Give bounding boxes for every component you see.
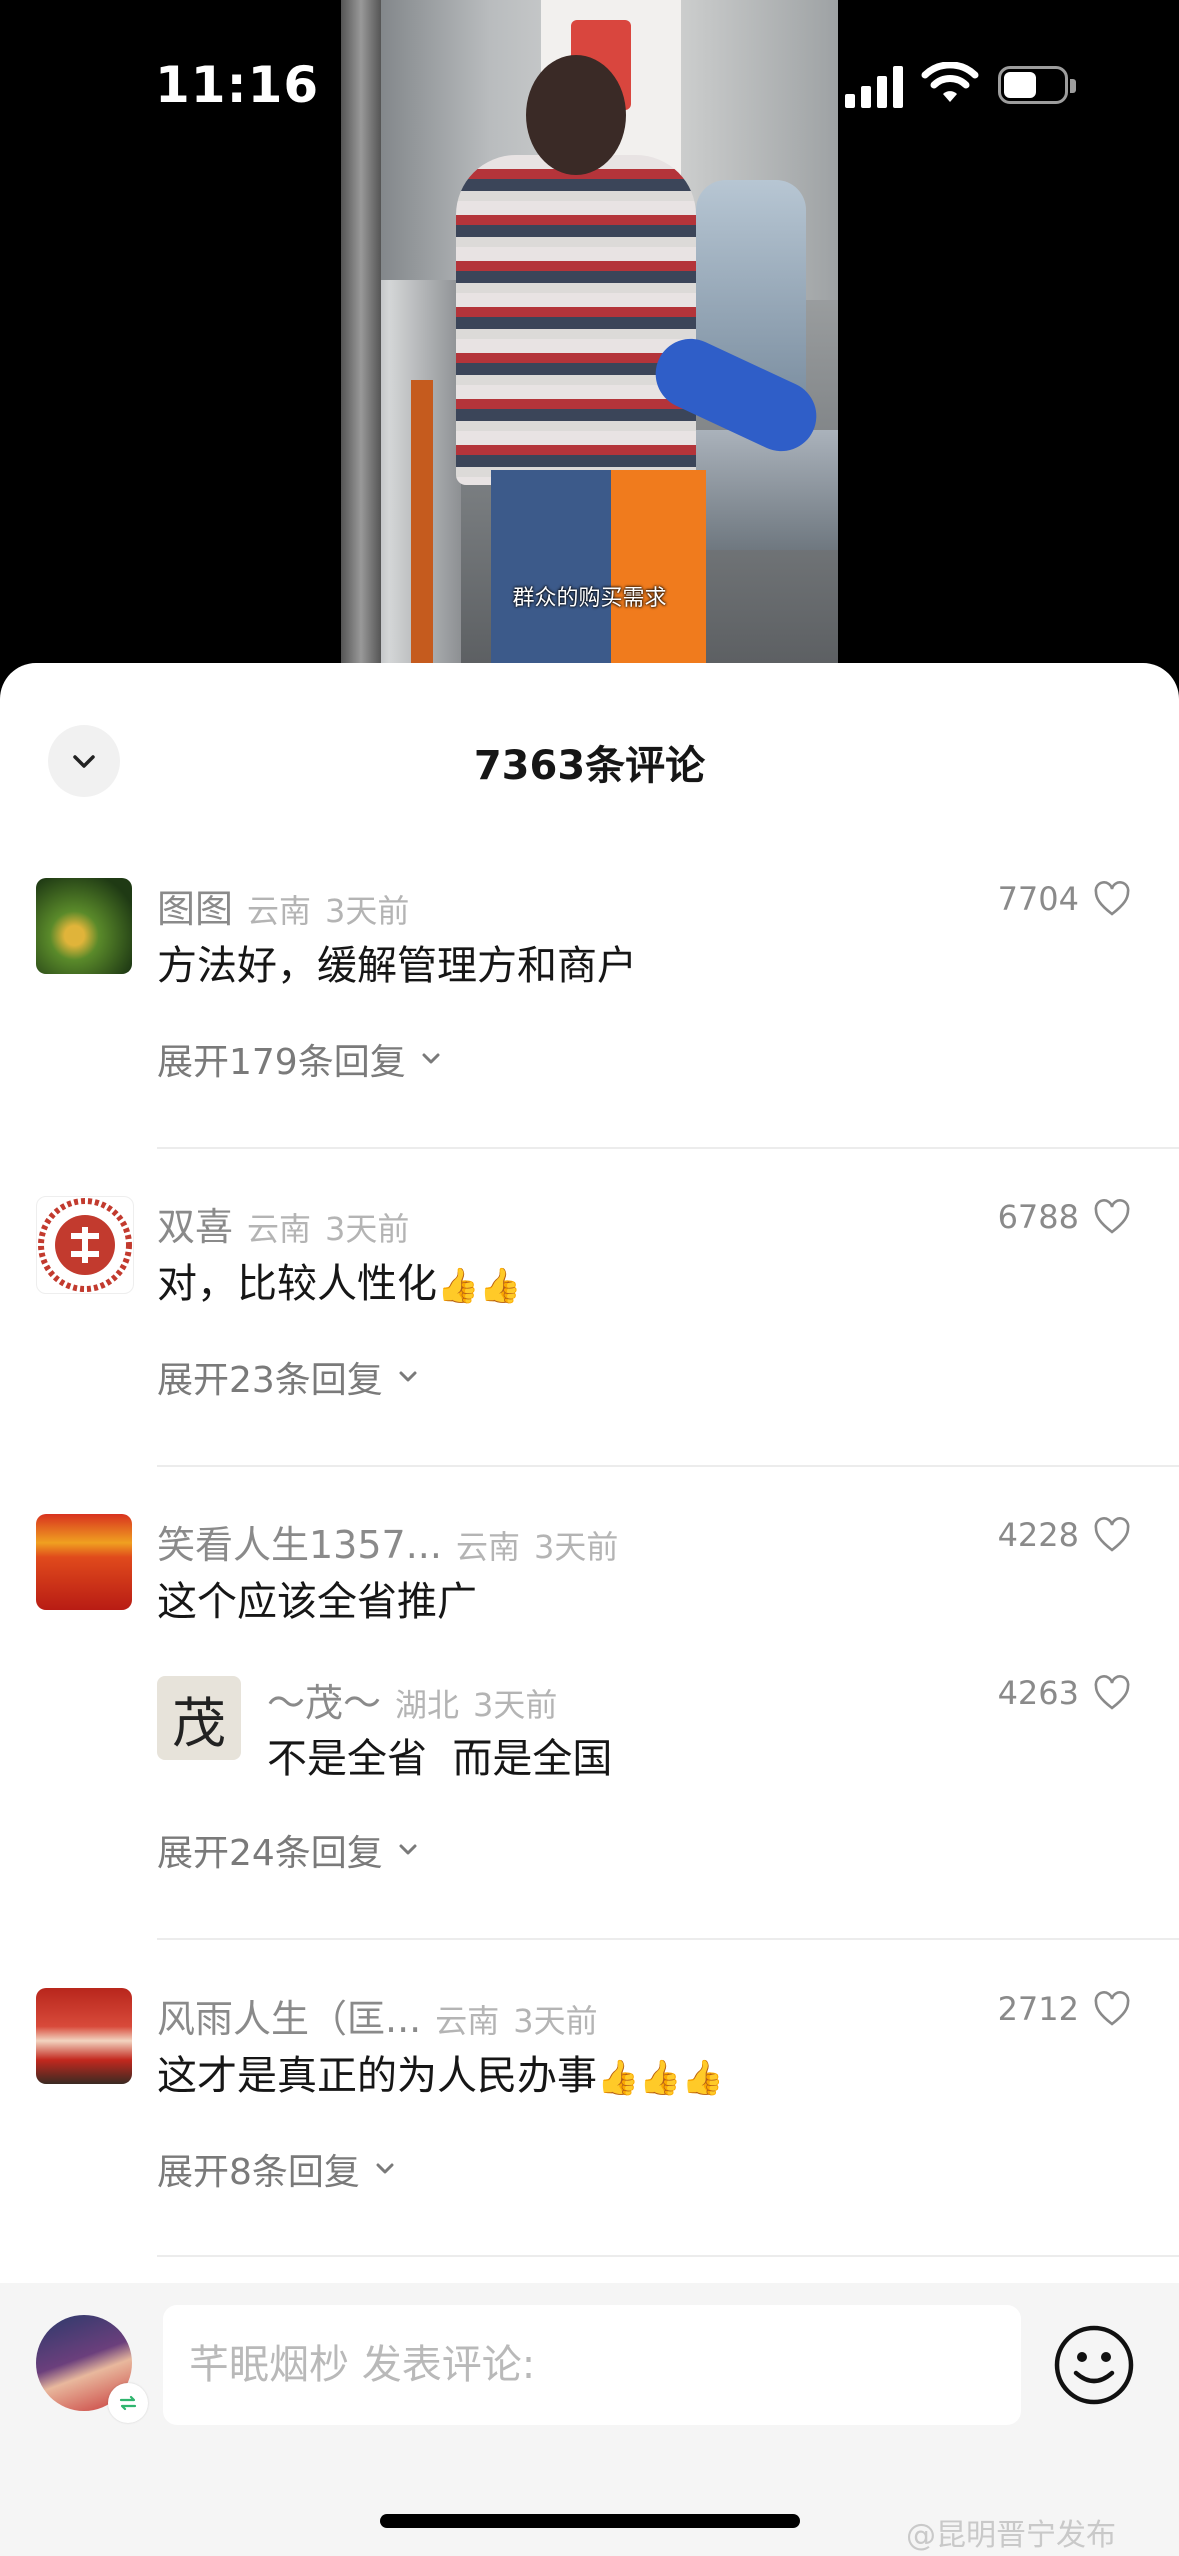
comment-item[interactable]: 笑看人生1357... 云南 3天前 4228 这个应该全省推广 茂 ～茂～ 湖北 3天… xyxy=(0,1514,1179,1974)
comment-time: 3天前 xyxy=(325,892,410,930)
comment-header: 笑看人生1357... 云南 3天前 xyxy=(157,1514,618,1569)
expand-replies-label: 展开24条回复 xyxy=(157,1833,383,1874)
video-scene-jeans xyxy=(491,470,611,680)
emoji-button[interactable] xyxy=(1052,2323,1136,2407)
thumbs-up-emoji: 👍👍 xyxy=(437,1266,522,1306)
heart-outline-icon xyxy=(1094,1199,1130,1234)
avatar[interactable] xyxy=(36,878,132,974)
like-count: 7704 xyxy=(997,880,1079,918)
comment-header: 图图 云南 3天前 xyxy=(157,878,409,933)
comment-text: 这才是真正的为人民办事👍👍👍 xyxy=(157,2043,724,2101)
chevron-down-icon xyxy=(422,1053,440,1064)
comment-username[interactable]: 双喜 xyxy=(157,1205,233,1249)
divider xyxy=(157,1938,1179,1940)
comment-text: 对，比较人性化👍👍 xyxy=(157,1251,522,1309)
comment-location: 云南 xyxy=(247,1210,312,1248)
comment-text-body: 对，比较人性化 xyxy=(157,1261,437,1307)
watermark: @昆明晋宁发布 xyxy=(906,2518,1116,2553)
divider xyxy=(157,1147,1179,1149)
video-scene-person xyxy=(456,155,696,485)
divider xyxy=(157,2255,1179,2257)
comment-text: 这个应该全省推广 xyxy=(157,1579,477,1625)
comment-item[interactable]: 双喜 云南 3天前 6788 对，比较人性化👍👍 展开23条回复 xyxy=(0,1196,1179,1526)
like-count: 6788 xyxy=(997,1198,1079,1236)
comment-username[interactable]: 笑看人生1357... xyxy=(157,1523,442,1567)
avatar[interactable] xyxy=(36,1988,132,2084)
comment-text: 方法好，缓解管理方和商户 xyxy=(157,943,637,989)
comment-item[interactable]: 风雨人生（匡... 云南 3天前 2712 这才是真正的为人民办事👍👍👍 展开8条回… xyxy=(0,1988,1179,2308)
like-button[interactable]: 4228 xyxy=(998,1516,1131,1554)
chevron-down-icon xyxy=(399,1371,417,1382)
expand-replies-label: 展开179条回复 xyxy=(157,1042,406,1083)
like-button[interactable]: 6788 xyxy=(998,1198,1131,1236)
comment-time: 3天前 xyxy=(325,1210,410,1248)
avatar[interactable] xyxy=(36,1514,132,1610)
like-count: 2712 xyxy=(997,1990,1079,2028)
comment-time: 3天前 xyxy=(533,1528,619,1566)
expand-replies-button[interactable]: 展开179条回复 xyxy=(157,1033,446,1085)
like-count: 4228 xyxy=(997,1516,1079,1554)
comment-input[interactable]: 芊眠烟杪 发表评论: xyxy=(163,2305,1021,2425)
heart-outline-icon xyxy=(1094,1675,1130,1710)
divider xyxy=(157,1465,1179,1467)
avatar[interactable] xyxy=(36,1196,134,1294)
comment-location: 云南 xyxy=(435,2002,500,2040)
reply-avatar[interactable]: 茂 xyxy=(157,1676,241,1760)
video-subtitle: 群众的购买需求 xyxy=(512,586,667,611)
video-scene-apron xyxy=(611,470,706,680)
reply-time: 3天前 xyxy=(473,1686,558,1724)
comment-header: 双喜 云南 3天前 xyxy=(157,1196,409,1251)
reply-text: 不是全省 而是全国 xyxy=(267,1736,613,1782)
thumbs-up-emoji: 👍👍👍 xyxy=(597,2058,725,2098)
expand-replies-label: 展开8条回复 xyxy=(157,2152,360,2193)
chevron-down-icon xyxy=(376,2163,394,2174)
expand-replies-label: 展开23条回复 xyxy=(157,1360,383,1401)
swap-icon[interactable] xyxy=(108,2383,148,2423)
heart-outline-icon xyxy=(1094,881,1130,916)
expand-replies-button[interactable]: 展开24条回复 xyxy=(157,1824,423,1876)
comment-text-body: 这才是真正的为人民办事 xyxy=(157,2053,597,2099)
comment-location: 云南 xyxy=(247,892,312,930)
like-count: 4263 xyxy=(997,1674,1079,1712)
comment-username[interactable]: 风雨人生（匡... xyxy=(157,1997,421,2041)
expand-replies-button[interactable]: 展开23条回复 xyxy=(157,1351,423,1403)
comments-sheet: 7363条评论 图图 云南 3天前 7704 方法好，缓解管理方和商户 展开179条… xyxy=(0,663,1179,2556)
reply-location: 湖北 xyxy=(395,1686,460,1724)
comment-item[interactable]: 图图 云南 3天前 7704 方法好，缓解管理方和商户 展开179条回复 xyxy=(0,878,1179,1208)
smiley-icon xyxy=(1054,2325,1134,2405)
heart-outline-icon xyxy=(1094,1517,1130,1552)
reply-avatar-char: 茂 xyxy=(172,1691,226,1755)
video-scene-pole xyxy=(341,0,381,680)
comment-location: 云南 xyxy=(455,1528,520,1566)
chevron-down-icon xyxy=(399,1844,417,1855)
video-player[interactable]: 群众的购买需求 xyxy=(0,0,1179,680)
video-frame[interactable]: 群众的购买需求 xyxy=(341,0,838,680)
expand-replies-button[interactable]: 展开8条回复 xyxy=(157,2143,400,2195)
comment-time: 3天前 xyxy=(513,2002,598,2040)
comment-header: 风雨人生（匡... 云南 3天前 xyxy=(157,1988,598,2043)
video-scene-person-head xyxy=(526,55,626,175)
reply-like-button[interactable]: 4263 xyxy=(998,1674,1131,1712)
reply-header: ～茂～ 湖北 3天前 xyxy=(267,1672,557,1727)
like-button[interactable]: 7704 xyxy=(998,880,1131,918)
comment-input-bar: 芊眠烟杪 发表评论: @昆明晋宁发布 xyxy=(0,2283,1179,2556)
like-button[interactable]: 2712 xyxy=(998,1990,1131,2028)
heart-outline-icon xyxy=(1094,1991,1130,2026)
reply-username[interactable]: ～茂～ xyxy=(267,1681,381,1725)
home-indicator[interactable] xyxy=(380,2514,800,2528)
comments-count-title: 7363条评论 xyxy=(473,743,706,789)
video-scene-leg xyxy=(411,380,433,680)
comment-username[interactable]: 图图 xyxy=(157,887,233,931)
